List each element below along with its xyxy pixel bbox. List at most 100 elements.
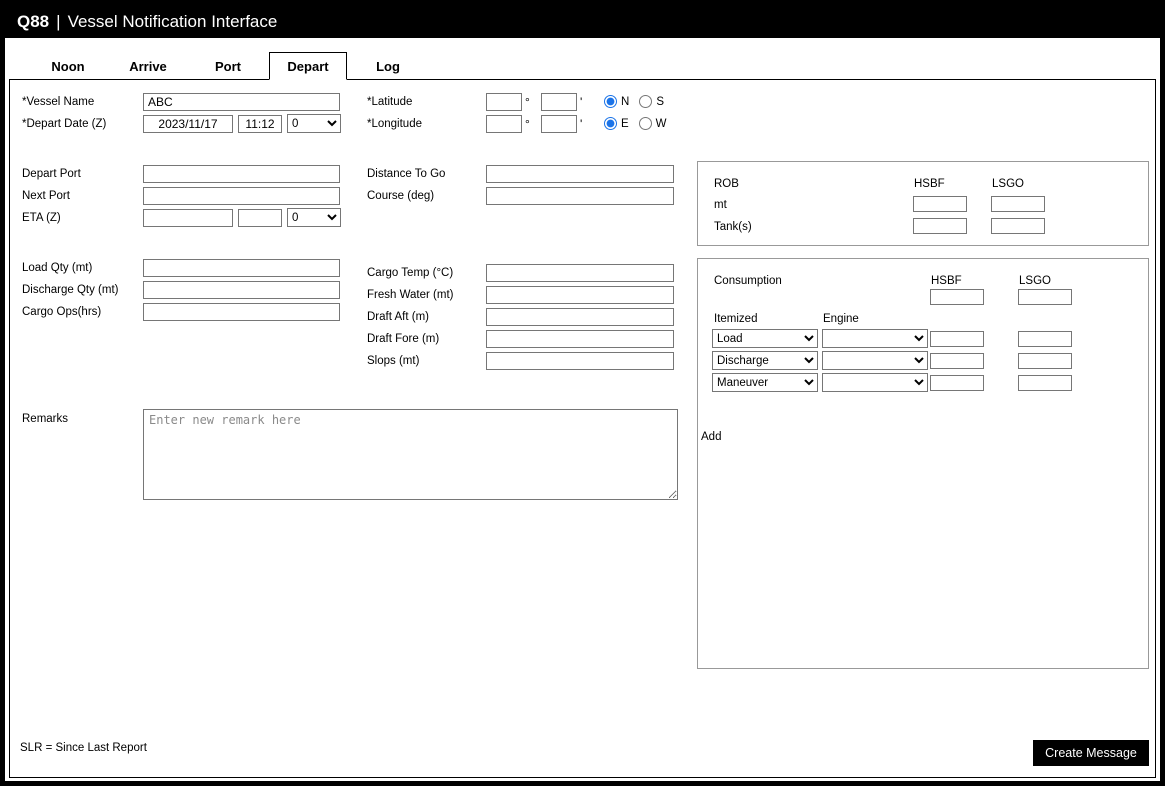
consumption-row-1-engine-select[interactable] [822,329,928,348]
latitude-degrees-input[interactable] [486,93,522,111]
consumption-column-lsgo: LSGO [1019,275,1051,287]
rob-title: ROB [714,178,739,190]
tab-noon[interactable]: Noon [29,53,107,79]
course-label: Course (deg) [367,190,435,202]
add-consumption-row[interactable]: Add [701,431,721,443]
longitude-hemisphere-group: E W [604,117,677,130]
latitude-degree-symbol: ° [525,95,530,109]
consumption-row-1-hsbf-input[interactable] [930,331,984,347]
cargo-ops-label: Cargo Ops(hrs) [22,306,102,318]
course-input[interactable] [486,187,674,205]
longitude-degree-symbol: ° [525,117,530,131]
rob-column-lsgo: LSGO [992,178,1024,190]
tab-arrive[interactable]: Arrive [109,53,187,79]
latitude-label: *Latitude [367,96,413,108]
fresh-water-label: Fresh Water (mt) [367,289,454,301]
consumption-row-2-engine-select[interactable] [822,351,928,370]
consumption-total-hsbf-input[interactable] [930,289,984,305]
latitude-south-radio[interactable] [639,95,653,108]
latitude-north-radio[interactable] [604,95,617,108]
vessel-name-input[interactable] [143,93,340,111]
form-panel: *Vessel Name *Latitude ° ' N S *Depart D… [9,80,1156,778]
slops-input[interactable] [486,352,674,370]
longitude-east-option[interactable]: E [604,117,629,130]
distance-to-go-input[interactable] [486,165,674,183]
tab-depart[interactable]: Depart [269,52,347,80]
consumption-row-1-lsgo-input[interactable] [1018,331,1072,347]
depart-port-input[interactable] [143,165,340,183]
consumption-itemized-header: Itemized [714,313,758,325]
cargo-temp-label: Cargo Temp (°C) [367,267,454,279]
page-title: Vessel Notification Interface [67,11,278,31]
fresh-water-input[interactable] [486,286,674,304]
longitude-degrees-input[interactable] [486,115,522,133]
discharge-qty-label: Discharge Qty (mt) [22,284,119,296]
rob-tanks-label: Tank(s) [714,221,752,233]
tab-port[interactable]: Port [189,53,267,79]
rob-panel: ROB HSBF LSGO mt Tank(s) [697,161,1149,246]
remarks-label: Remarks [22,413,69,425]
longitude-west-option[interactable]: W [638,117,667,130]
draft-aft-input[interactable] [486,308,674,326]
rob-tanks-lsgo-input[interactable] [991,218,1045,234]
titlebar-divider: | [56,11,61,31]
consumption-panel: Consumption HSBF LSGO Itemized Engine Lo… [697,258,1149,669]
draft-fore-input[interactable] [486,330,674,348]
next-port-label: Next Port [22,190,70,202]
create-message-button[interactable]: Create Message [1033,740,1149,766]
consumption-row-2-itemized-select[interactable]: Discharge [712,351,818,370]
cargo-temp-input[interactable] [486,264,674,282]
rob-column-hsbf: HSBF [914,178,945,190]
app-window: Q88 | Vessel Notification Interface Noon… [0,0,1165,786]
tab-bar: Noon Arrive Port Depart Log [9,52,1156,80]
tab-log[interactable]: Log [349,53,427,79]
consumption-row-3-itemized-select[interactable]: Maneuver [712,373,818,392]
next-port-input[interactable] [143,187,340,205]
latitude-hemisphere-group: N S [604,95,674,108]
remarks-textarea[interactable] [143,409,678,500]
latitude-south-option[interactable]: S [639,95,664,108]
consumption-row-3-engine-select[interactable] [822,373,928,392]
depart-date-label: *Depart Date (Z) [22,118,107,130]
longitude-minute-symbol: ' [580,117,583,131]
draft-aft-label: Draft Aft (m) [367,311,429,323]
consumption-row-3-lsgo-input[interactable] [1018,375,1072,391]
consumption-row-1-itemized-select[interactable]: Load [712,329,818,348]
app-titlebar: Q88 | Vessel Notification Interface [5,5,1160,38]
depart-port-label: Depart Port [22,168,81,180]
eta-offset-select[interactable]: 0 [287,208,341,227]
consumption-row-3-hsbf-input[interactable] [930,375,984,391]
depart-time-input[interactable] [238,115,282,133]
consumption-row-2-hsbf-input[interactable] [930,353,984,369]
longitude-west-radio[interactable] [638,117,652,130]
eta-time-input[interactable] [238,209,282,227]
longitude-minutes-input[interactable] [541,115,577,133]
draft-fore-label: Draft Fore (m) [367,333,440,345]
eta-date-input[interactable] [143,209,233,227]
slr-note: SLR = Since Last Report [20,742,147,754]
load-qty-input[interactable] [143,259,340,277]
longitude-east-radio[interactable] [604,117,617,130]
latitude-north-option[interactable]: N [604,95,629,108]
rob-mt-hsbf-input[interactable] [913,196,967,212]
latitude-minutes-input[interactable] [541,93,577,111]
latitude-minute-symbol: ' [580,95,583,109]
consumption-total-lsgo-input[interactable] [1018,289,1072,305]
distance-to-go-label: Distance To Go [367,168,446,180]
consumption-title: Consumption [714,275,782,287]
cargo-ops-input[interactable] [143,303,340,321]
consumption-engine-header: Engine [823,313,859,325]
depart-offset-select[interactable]: 0 [287,114,341,133]
rob-mt-label: mt [714,199,727,211]
slops-label: Slops (mt) [367,355,420,367]
longitude-label: *Longitude [367,118,422,130]
load-qty-label: Load Qty (mt) [22,262,93,274]
rob-tanks-hsbf-input[interactable] [913,218,967,234]
vessel-name-label: *Vessel Name [22,96,95,108]
eta-label: ETA (Z) [22,212,61,224]
consumption-column-hsbf: HSBF [931,275,962,287]
rob-mt-lsgo-input[interactable] [991,196,1045,212]
depart-date-input[interactable] [143,115,233,133]
consumption-row-2-lsgo-input[interactable] [1018,353,1072,369]
discharge-qty-input[interactable] [143,281,340,299]
